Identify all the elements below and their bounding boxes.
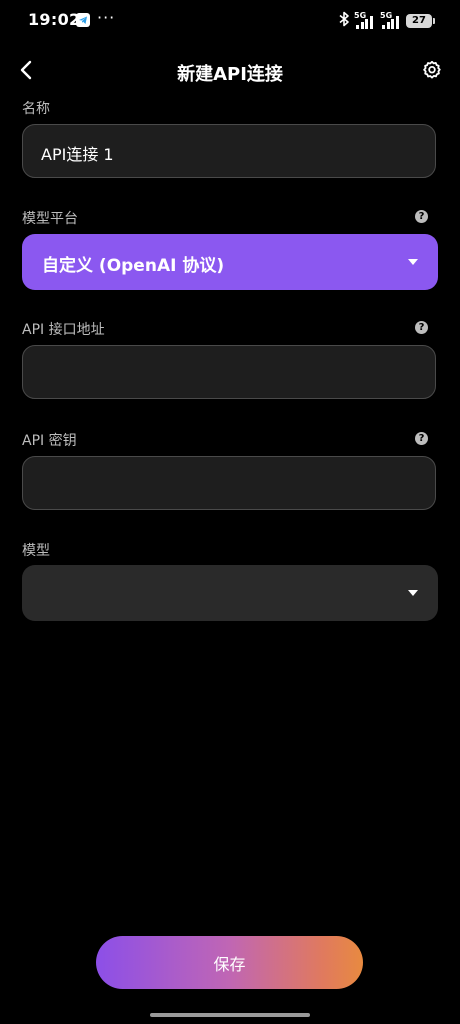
settings-button[interactable] — [418, 58, 446, 86]
chevron-down-icon — [408, 590, 418, 596]
more-notifications-icon: ··· — [97, 8, 116, 27]
signal-icon: 5G — [354, 11, 376, 29]
status-time: 19:02 — [28, 10, 81, 29]
save-button[interactable]: 保存 — [96, 936, 363, 989]
name-value: API连接 1 — [41, 145, 114, 164]
signal-icon: 5G — [380, 11, 402, 29]
name-input[interactable]: API连接 1 — [22, 124, 436, 178]
model-select[interactable] — [22, 565, 438, 621]
platform-label: 模型平台 — [22, 211, 78, 227]
endpoint-label: API 接口地址 — [22, 322, 105, 338]
platform-value: 自定义 (OpenAI 协议) — [42, 256, 225, 276]
endpoint-help-icon[interactable]: ? — [415, 321, 428, 334]
platform-help-icon[interactable]: ? — [415, 210, 428, 223]
save-button-label: 保存 — [213, 954, 246, 974]
status-indicators: 5G 5G 27 — [338, 11, 435, 31]
app-header: 新建API连接 — [0, 50, 460, 94]
home-indicator[interactable] — [150, 1013, 310, 1017]
status-bar: 19:02 ··· 5G 5G 27 — [0, 0, 460, 42]
model-label: 模型 — [22, 543, 50, 559]
bluetooth-icon — [338, 11, 350, 31]
battery-icon: 27 — [406, 14, 435, 28]
page-title: 新建API连接 — [177, 64, 283, 85]
gear-icon — [422, 60, 442, 84]
platform-select[interactable]: 自定义 (OpenAI 协议) — [22, 234, 438, 290]
api-key-help-icon[interactable]: ? — [415, 432, 428, 445]
name-label: 名称 — [22, 101, 50, 117]
api-key-label: API 密钥 — [22, 433, 77, 449]
telegram-icon — [76, 13, 90, 27]
api-key-input[interactable] — [22, 456, 436, 510]
chevron-down-icon — [408, 259, 418, 265]
endpoint-input[interactable] — [22, 345, 436, 399]
